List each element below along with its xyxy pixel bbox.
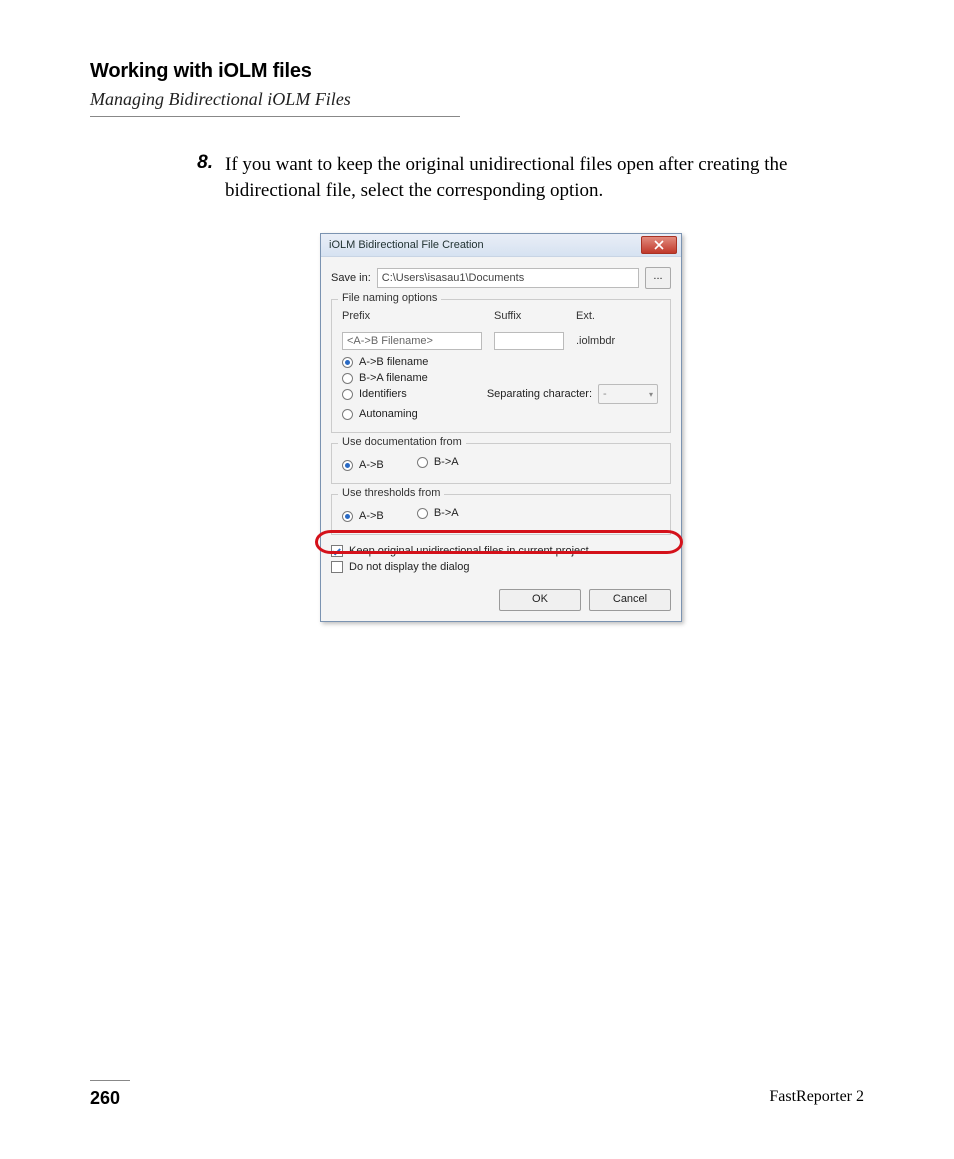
- checkbox-no-dialog[interactable]: Do not display the dialog: [331, 561, 671, 573]
- suffix-input[interactable]: [494, 332, 564, 350]
- dialog-button-row: OK Cancel: [321, 583, 681, 621]
- step-text: If you want to keep the original unidire…: [225, 152, 854, 203]
- separating-character-value: -: [603, 388, 607, 400]
- suffix-label: Suffix: [494, 310, 564, 322]
- thresholds-from-group: Use thresholds from A->B B->A: [331, 494, 671, 535]
- checkbox-no-dialog-box[interactable]: [331, 561, 343, 573]
- dialog-title: iOLM Bidirectional File Creation: [329, 239, 484, 251]
- documentation-from-group: Use documentation from A->B B->A: [331, 443, 671, 484]
- file-naming-title: File naming options: [338, 292, 441, 304]
- save-in-label: Save in:: [331, 272, 371, 284]
- section-title: Working with iOLM files: [90, 60, 864, 83]
- dialog-body: Save in: C:\Users\isasau1\Documents ... …: [321, 257, 681, 583]
- header-rule: [90, 116, 460, 117]
- separating-character-select[interactable]: - ▾: [598, 384, 658, 404]
- separating-character-label: Separating character:: [487, 388, 592, 400]
- thresholds-from-title: Use thresholds from: [338, 487, 444, 499]
- close-icon: [653, 240, 665, 250]
- radio-autonaming-label: Autonaming: [359, 408, 418, 420]
- thresh-radio-ab[interactable]: A->B: [342, 510, 384, 522]
- save-in-path[interactable]: C:\Users\isasau1\Documents: [377, 268, 639, 288]
- ok-button[interactable]: OK: [499, 589, 581, 611]
- file-naming-group: File naming options Prefix Suffix Ext. <…: [331, 299, 671, 433]
- radio-ba-filename[interactable]: B->A filename: [342, 372, 660, 384]
- doc-radio-ab[interactable]: A->B: [342, 459, 384, 471]
- dialog: iOLM Bidirectional File Creation Save in…: [320, 233, 682, 622]
- radio-ba-filename-label: B->A filename: [359, 372, 428, 384]
- page-footer: 260 FastReporter 2: [90, 1088, 864, 1109]
- close-button[interactable]: [641, 236, 677, 254]
- radio-ab-filename-label: A->B filename: [359, 356, 428, 368]
- step-block: 8. If you want to keep the original unid…: [90, 152, 864, 622]
- doc-radio-ab-label: A->B: [359, 459, 384, 471]
- thresh-radio-ab-label: A->B: [359, 510, 384, 522]
- browse-button[interactable]: ...: [645, 267, 671, 289]
- file-naming-labels: Prefix Suffix Ext.: [342, 310, 660, 326]
- step-number: 8.: [185, 152, 213, 174]
- document-page: Working with iOLM files Managing Bidirec…: [0, 0, 954, 1159]
- cancel-button[interactable]: Cancel: [589, 589, 671, 611]
- doc-radio-ba[interactable]: B->A: [417, 456, 459, 468]
- prefix-input[interactable]: <A->B Filename>: [342, 332, 482, 350]
- chevron-down-icon: ▾: [649, 390, 653, 399]
- checkbox-no-dialog-label: Do not display the dialog: [349, 561, 469, 573]
- prefix-label: Prefix: [342, 310, 482, 322]
- documentation-from-title: Use documentation from: [338, 436, 466, 448]
- checkbox-keep-originals-label: Keep original unidirectional files in cu…: [349, 545, 589, 557]
- file-naming-inputs: <A->B Filename> .iolmbdr: [342, 332, 660, 350]
- dialog-titlebar: iOLM Bidirectional File Creation: [321, 234, 681, 257]
- thresh-radio-ba-label: B->A: [434, 507, 459, 519]
- thresh-radio-ba[interactable]: B->A: [417, 507, 459, 519]
- doc-radio-ba-label: B->A: [434, 456, 459, 468]
- subsection-title: Managing Bidirectional iOLM Files: [90, 89, 864, 110]
- save-in-row: Save in: C:\Users\isasau1\Documents ...: [331, 267, 671, 289]
- ext-label: Ext.: [576, 310, 636, 322]
- product-name: FastReporter 2: [769, 1088, 864, 1106]
- checkbox-keep-originals[interactable]: Keep original unidirectional files in cu…: [331, 545, 671, 557]
- page-header: Working with iOLM files Managing Bidirec…: [90, 60, 864, 117]
- dialog-screenshot: iOLM Bidirectional File Creation Save in…: [320, 233, 854, 622]
- radio-ab-filename[interactable]: A->B filename: [342, 356, 660, 368]
- radio-identifiers-label: Identifiers: [359, 388, 407, 400]
- ext-value: .iolmbdr: [576, 332, 636, 350]
- checkbox-keep-originals-box[interactable]: [331, 545, 343, 557]
- radio-autonaming[interactable]: Autonaming: [342, 408, 660, 420]
- page-number: 260: [90, 1088, 120, 1108]
- footer-rule: [90, 1080, 130, 1081]
